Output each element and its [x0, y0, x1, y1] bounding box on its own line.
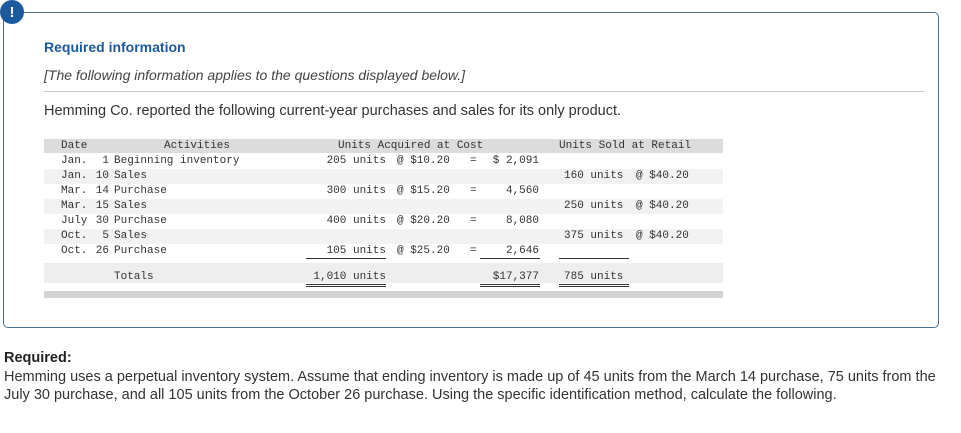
row-activity: Purchase: [114, 245, 167, 257]
row-day: 14: [95, 185, 109, 197]
double-underline-sold-2: [559, 286, 629, 287]
row-acquired-total: 8,080: [505, 215, 539, 227]
row-day: 15: [95, 200, 109, 212]
double-underline-units: [306, 284, 386, 285]
required-text: Hemming uses a perpetual inventory syste…: [4, 369, 936, 403]
row-acquired-cost: @ $10.20: [397, 155, 450, 167]
row-sold-units: 250 units: [564, 200, 624, 212]
row-acquired-units: 300 units: [326, 185, 386, 197]
row-acquired-total: 2,646: [505, 245, 539, 257]
required-title: Required:: [4, 350, 72, 366]
row-month: Mar.: [61, 185, 88, 197]
row-acquired-total: 4,560: [505, 185, 539, 197]
underline-acquired-total: [480, 258, 540, 259]
header-activities: Activities: [164, 140, 231, 152]
row-day: 26: [95, 245, 109, 257]
row-acquired-units: 105 units: [326, 245, 386, 257]
row-month: July: [61, 215, 88, 227]
row-sold-price: @ $40.20: [636, 230, 689, 242]
underline-acquired-units: [306, 258, 386, 259]
row-activity: Sales: [114, 230, 148, 242]
double-underline-units-2: [306, 286, 386, 287]
double-underline-total: [480, 284, 540, 285]
row-acquired-units: 400 units: [326, 215, 386, 227]
row-month: Jan.: [61, 155, 88, 167]
table-bottom-band: [44, 291, 723, 298]
row-activity: Purchase: [114, 185, 167, 197]
panel-heading: Required information: [44, 39, 186, 55]
row-day: 5: [102, 230, 109, 242]
underline-sold-units: [559, 258, 629, 259]
totals-cost: $17,377: [492, 271, 539, 283]
totals-sold-units: 785 units: [564, 271, 624, 283]
inventory-table: Date Activities Units Acquired at Cost U…: [44, 139, 723, 298]
row-activity: Sales: [114, 170, 148, 182]
info-note: [The following information applies to th…: [44, 67, 466, 83]
row-activity: Sales: [114, 200, 148, 212]
row-acquired-units: 205 units: [326, 155, 386, 167]
row-month: Jan.: [61, 170, 88, 182]
row-sold-price: @ $40.20: [636, 170, 689, 182]
row-acquired-cost: @ $15.20: [397, 185, 450, 197]
totals-label: Totals: [114, 271, 154, 283]
alert-icon: !: [0, 0, 24, 24]
intro-text: Hemming Co. reported the following curre…: [44, 103, 622, 119]
row-month: Oct.: [61, 230, 88, 242]
row-activity: Purchase: [114, 215, 167, 227]
row-acquired-total: $ 2,091: [492, 155, 539, 167]
header-units-acquired: Units Acquired at Cost: [338, 140, 484, 152]
row-month: Oct.: [61, 245, 88, 257]
row-acquired-cost: @ $25.20: [397, 245, 450, 257]
row-day: 30: [95, 215, 109, 227]
double-underline-sold: [559, 284, 629, 285]
double-underline-total-2: [480, 286, 540, 287]
row-day: 1: [102, 155, 109, 167]
row-sold-price: @ $40.20: [636, 200, 689, 212]
divider: [44, 91, 924, 92]
row-sold-units: 375 units: [564, 230, 624, 242]
totals-acquired-units: 1,010 units: [313, 271, 386, 283]
row-month: Mar.: [61, 200, 88, 212]
row-acquired-cost: @ $20.20: [397, 215, 450, 227]
row-day: 10: [95, 170, 109, 182]
header-date: Date: [61, 140, 88, 152]
row-activity: Beginning inventory: [114, 155, 240, 167]
header-units-sold: Units Sold at Retail: [559, 140, 692, 152]
row-sold-units: 160 units: [564, 170, 624, 182]
